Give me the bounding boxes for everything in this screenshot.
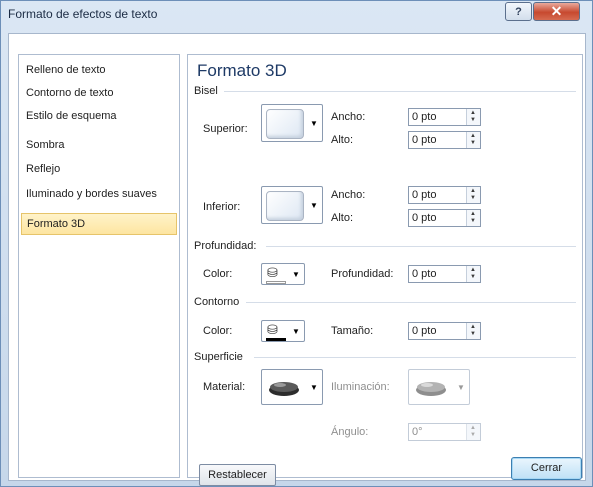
format-3d-panel: Formato 3D Bisel Superior: ▼ Ancho: 0 pt… [187,54,583,486]
spin-down-icon[interactable]: ▼ [470,140,476,146]
profundidad-color-label: Color: [203,268,233,280]
superior-ancho-value: 0 pto [412,111,437,123]
inferior-label: Inferior: [203,201,241,213]
chevron-down-icon: ▼ [292,327,300,336]
dialog-window: Formato de efectos de texto ? ✕ Relleno … [0,0,593,487]
spin-up-icon[interactable]: ▲ [470,425,476,431]
page-title: Formato 3D [197,61,287,80]
color-swatch [266,281,286,284]
spin-buttons[interactable]: ▲ ▼ [466,266,480,282]
tamano-label: Tamaño: [331,325,374,337]
contorno-color-label: Color: [203,325,233,337]
window-title: Formato de efectos de texto [8,7,158,21]
iluminacion-label: Iluminación: [331,381,390,393]
depth-color-picker[interactable]: ⛁ ▼ [261,263,305,285]
spin-up-icon[interactable]: ▲ [470,267,476,273]
sidebar-item-relleno-de-texto[interactable]: Relleno de texto [21,59,177,81]
section-divider [254,357,576,358]
chevron-down-icon: ▼ [310,383,318,392]
inferior-alto-label: Alto: [331,212,354,224]
spin-up-icon[interactable]: ▲ [470,211,476,217]
reset-button[interactable]: Restablecer [199,464,276,486]
paint-bucket-icon: ⛁ [267,322,278,337]
help-icon: ? [515,5,522,18]
color-swatch [266,338,286,341]
material-label: Material: [203,381,246,393]
spin-buttons[interactable]: ▲ ▼ [466,187,480,203]
spin-up-icon[interactable]: ▲ [470,110,476,116]
spin-buttons[interactable]: ▲ ▼ [466,132,480,148]
sidebar-item-formato-3d[interactable]: Formato 3D [21,213,177,235]
material-dropdown[interactable]: ▼ [261,369,323,405]
section-divider [266,246,576,247]
sidebar-item-estilo-de-esquema[interactable]: Estilo de esquema [21,105,177,127]
tamano-value: 0 pto [412,325,437,337]
spin-down-icon[interactable]: ▼ [470,331,476,337]
superior-alto-stepper[interactable]: 0 pto ▲ ▼ [408,131,481,149]
spin-down-icon[interactable]: ▼ [470,274,476,280]
spin-up-icon[interactable]: ▲ [470,188,476,194]
spin-down-icon[interactable]: ▼ [470,432,476,438]
sidebar-item-iluminado[interactable]: Iluminado y bordes suaves [21,183,177,205]
inferior-ancho-value: 0 pto [412,189,437,201]
section-profundidad-label: Profundidad: [194,240,257,252]
profundidad-value: 0 pto [412,268,437,280]
superior-label: Superior: [203,123,248,135]
lighting-preview-icon [416,382,446,396]
window-close-button[interactable]: ✕ [533,2,580,21]
spin-buttons[interactable]: ▲ ▼ [466,109,480,125]
spin-up-icon[interactable]: ▲ [470,133,476,139]
help-button[interactable]: ? [505,2,532,21]
bevel-top-preview [266,109,304,139]
category-list: Relleno de texto Contorno de texto Estil… [18,54,180,478]
tamano-stepper[interactable]: 0 pto ▲ ▼ [408,322,481,340]
cerrar-button[interactable]: Cerrar [511,457,582,480]
spin-down-icon[interactable]: ▼ [470,218,476,224]
inferior-ancho-stepper[interactable]: 0 pto ▲ ▼ [408,186,481,204]
superior-alto-value: 0 pto [412,134,437,146]
angulo-value: 0° [412,426,423,438]
bevel-top-dropdown[interactable]: ▼ [261,104,323,142]
section-divider [246,302,576,303]
profundidad-stepper[interactable]: 0 pto ▲ ▼ [408,265,481,283]
chevron-down-icon: ▼ [310,201,318,210]
section-bisel-label: Bisel [194,85,218,97]
spin-up-icon[interactable]: ▲ [470,324,476,330]
sidebar-item-sombra[interactable]: Sombra [21,134,177,156]
profundidad-label: Profundidad: [331,268,394,280]
contour-color-picker[interactable]: ⛁ ▼ [261,320,305,342]
spin-down-icon[interactable]: ▼ [470,195,476,201]
sidebar-item-contorno-de-texto[interactable]: Contorno de texto [21,82,177,104]
sidebar-item-reflejo[interactable]: Reflejo [21,158,177,180]
chevron-down-icon: ▼ [310,119,318,128]
close-icon: ✕ [550,3,563,19]
superior-ancho-label: Ancho: [331,111,366,123]
section-divider [224,91,576,92]
superior-ancho-stepper[interactable]: 0 pto ▲ ▼ [408,108,481,126]
spin-buttons[interactable]: ▲ ▼ [466,323,480,339]
bevel-bottom-preview [266,191,304,221]
angulo-stepper[interactable]: 0° ▲ ▼ [408,423,481,441]
paint-bucket-icon: ⛁ [267,265,278,280]
dialog-client-area: Relleno de texto Contorno de texto Estil… [8,33,586,486]
bevel-bottom-dropdown[interactable]: ▼ [261,186,323,224]
superior-alto-label: Alto: [331,134,354,146]
chevron-down-icon: ▼ [292,270,300,279]
title-bar[interactable]: Formato de efectos de texto ? ✕ [1,1,592,27]
chevron-down-icon: ▼ [457,383,465,392]
spin-buttons[interactable]: ▲ ▼ [466,424,480,440]
section-superficie-label: Superficie [194,351,243,363]
section-contorno-label: Contorno [194,296,240,308]
lighting-dropdown[interactable]: ▼ [408,369,470,405]
material-preview-icon [269,382,299,396]
spin-buttons[interactable]: ▲ ▼ [466,210,480,226]
angulo-label: Ángulo: [331,426,369,438]
inferior-alto-value: 0 pto [412,212,437,224]
inferior-ancho-label: Ancho: [331,189,366,201]
inferior-alto-stepper[interactable]: 0 pto ▲ ▼ [408,209,481,227]
spin-down-icon[interactable]: ▼ [470,117,476,123]
